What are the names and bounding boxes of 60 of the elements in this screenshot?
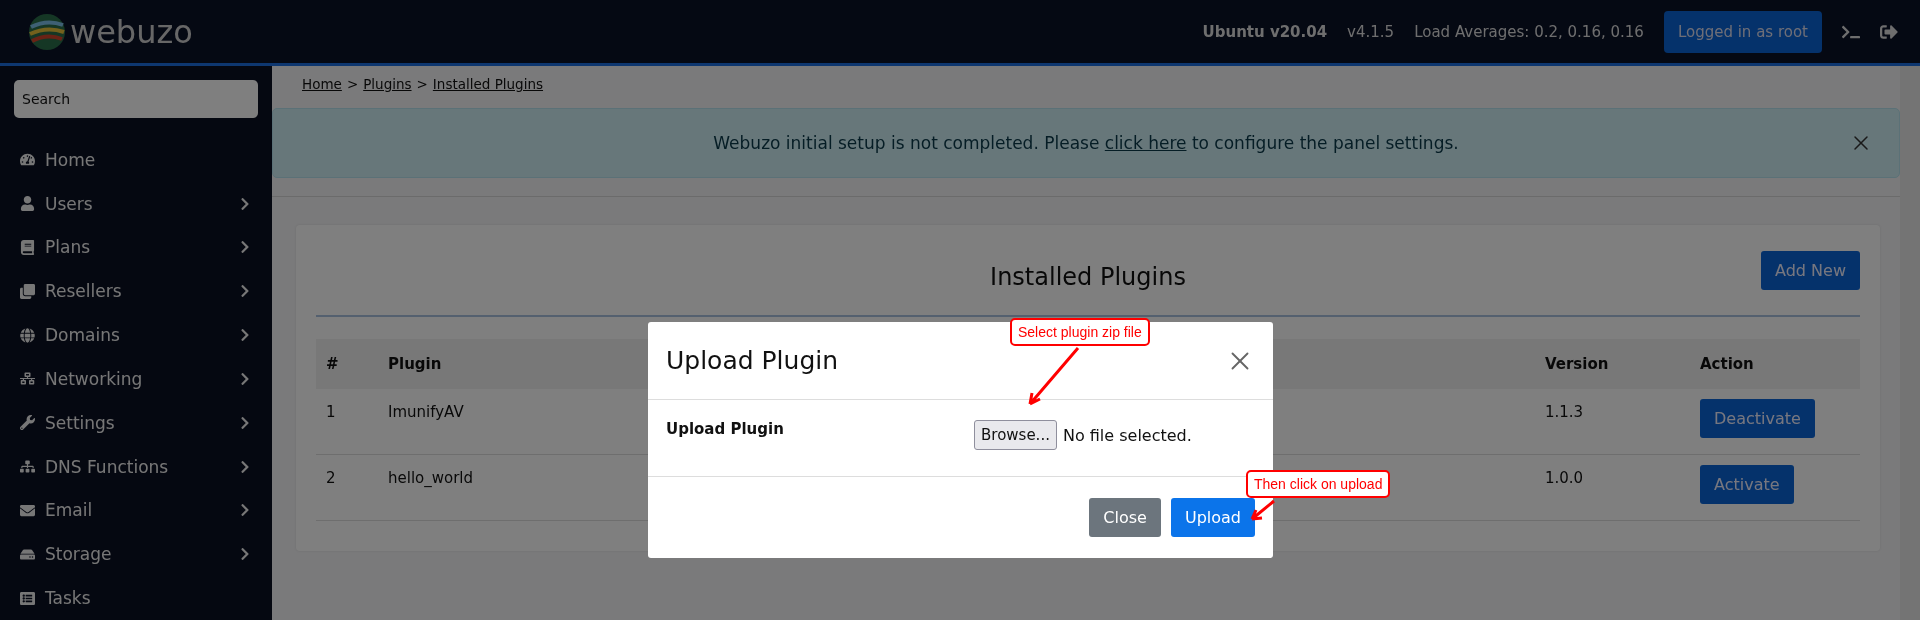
- sidebar-item[interactable]: Tasks: [14, 576, 258, 620]
- breadcrumb-link[interactable]: Installed Plugins: [432, 76, 544, 102]
- annotation-callout: Select plugin zip file: [1010, 318, 1150, 346]
- column-header: #: [326, 355, 339, 373]
- panel-version: v4.1.5: [1347, 22, 1395, 41]
- globe-icon: [20, 327, 35, 343]
- add-new-button[interactable]: Add New: [1761, 251, 1860, 290]
- wrench-icon: [20, 415, 35, 431]
- sidebar-item[interactable]: Users: [14, 181, 258, 226]
- os-version: Ubuntu v20.04: [1202, 22, 1328, 41]
- alert-message: Webuzo initial setup is not completed. Please click here to configure the panel settings.: [713, 133, 1459, 153]
- dialog-title: Upload Plugin: [666, 346, 840, 375]
- user-icon: [20, 196, 35, 212]
- table-cell: 1.1.3: [1545, 403, 1584, 421]
- card-title: Installed Plugins: [990, 263, 1186, 291]
- list-icon: [20, 590, 35, 606]
- load-averages: Load Averages: 0.2, 0.16, 0.16: [1414, 22, 1644, 41]
- sidebar-item[interactable]: Settings: [14, 400, 258, 445]
- file-status: No file selected.: [1062, 426, 1192, 445]
- envelope-icon: [20, 502, 35, 518]
- breadcrumb-link[interactable]: Plugins: [363, 76, 412, 102]
- close-button[interactable]: Close: [1089, 498, 1161, 537]
- globe-logo-icon: [28, 12, 66, 51]
- column-header: Plugin: [388, 355, 442, 373]
- breadcrumb-separator: >: [346, 76, 359, 94]
- logout-icon[interactable]: [1880, 22, 1898, 41]
- action-button[interactable]: Activate: [1700, 465, 1794, 504]
- sidebar-item[interactable]: Email: [14, 488, 258, 533]
- network-icon: [20, 371, 35, 387]
- sidebar-item[interactable]: Home: [14, 137, 258, 182]
- sidebar-item[interactable]: Networking: [14, 357, 258, 401]
- gauge-icon: [20, 152, 35, 168]
- annotation-callout: Then click on upload: [1246, 470, 1391, 498]
- browse-button[interactable]: Browse...: [974, 420, 1057, 450]
- column-header: Version: [1545, 355, 1609, 373]
- table-cell: ImunifyAV: [388, 403, 464, 421]
- field-label: Upload Plugin: [666, 420, 785, 438]
- sidebar-item[interactable]: DNS Functions: [14, 444, 258, 489]
- sidebar-item[interactable]: Plans: [14, 225, 258, 270]
- table-cell: 2: [326, 469, 336, 487]
- sidebar-item[interactable]: Storage: [14, 532, 258, 577]
- action-button[interactable]: Deactivate: [1700, 399, 1815, 438]
- user-button[interactable]: Logged in as root: [1663, 10, 1822, 53]
- sidebar-item[interactable]: Resellers: [14, 269, 258, 314]
- search-field[interactable]: Search: [14, 80, 258, 118]
- breadcrumb-separator: >: [416, 76, 428, 94]
- annotation-arrow: [1028, 346, 1080, 406]
- setup-link[interactable]: click here: [1104, 133, 1187, 153]
- copy-icon: [20, 283, 35, 299]
- table-cell: 1: [326, 403, 336, 421]
- book-icon: [20, 239, 35, 255]
- logo-text: webuzo: [70, 12, 193, 51]
- sidebar-item[interactable]: Domains: [14, 313, 258, 357]
- breadcrumb-link[interactable]: Home: [302, 76, 342, 102]
- sitemap-icon: [20, 459, 35, 475]
- annotation-arrow: [1250, 499, 1276, 521]
- upload-button[interactable]: Upload: [1170, 498, 1255, 537]
- column-header: Action: [1700, 355, 1754, 373]
- table-cell: hello_world: [388, 469, 474, 487]
- table-cell: 1.0.0: [1545, 469, 1584, 487]
